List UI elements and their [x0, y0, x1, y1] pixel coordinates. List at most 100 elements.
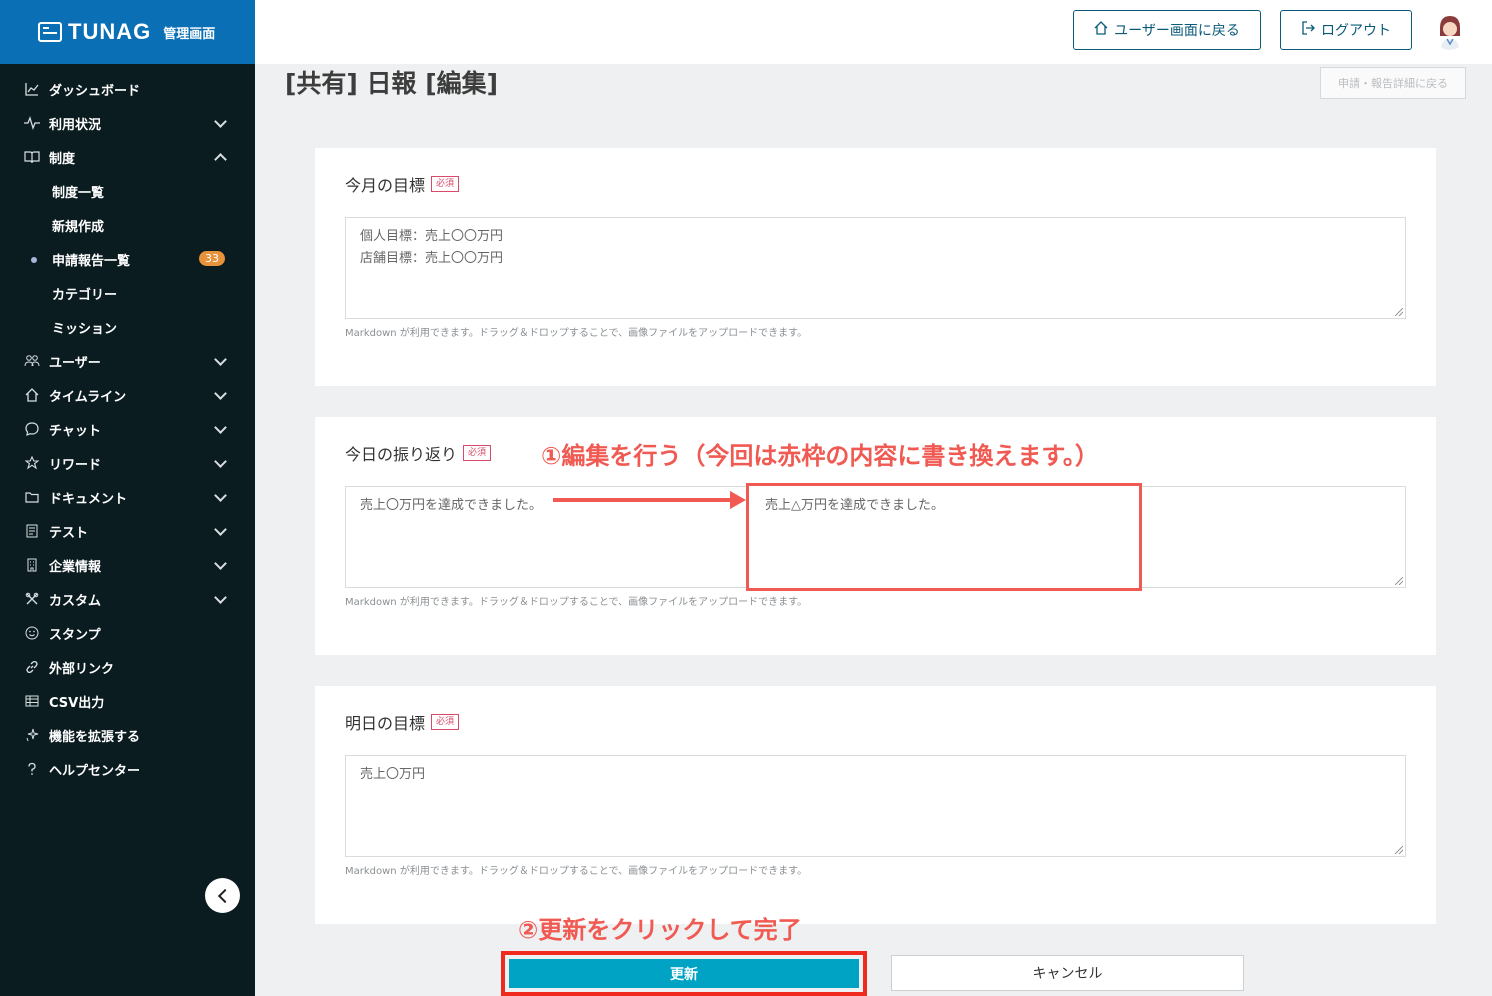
brand-subtitle: 管理画面 [163, 26, 216, 42]
sidebar-item-custom[interactable]: カスタム [0, 582, 255, 616]
required-badge: 必須 [463, 445, 492, 461]
table-icon [24, 693, 40, 709]
markdown-help-text: Markdown が利用できます。ドラッグ＆ドロップすることで、画像ファイルをア… [345, 866, 808, 877]
logout-button[interactable]: ログアウト [1280, 10, 1412, 50]
sidebar-item-label: 利用状況 [49, 117, 102, 133]
sidebar-item-label: 機能を拡張する [49, 729, 141, 745]
field-label: 明日の目標 必須 [345, 710, 460, 734]
sidebar: TUNAG 管理画面 ダッシュボード 利用状況 制度 制度一覧 新規作成 申請報… [0, 0, 255, 996]
sidebar-item-extend[interactable]: 機能を拡張する [0, 718, 255, 752]
chart-icon [24, 81, 40, 97]
annotation-replacement-box: 売上△万円を達成できました。 [746, 483, 1142, 591]
book-icon [24, 149, 40, 165]
sidebar-item-label: ヘルプセンター [49, 763, 141, 779]
resize-grip-icon[interactable] [1395, 577, 1403, 585]
sidebar-item-help[interactable]: ヘルプセンター [0, 752, 255, 786]
markdown-help-text: Markdown が利用できます。ドラッグ＆ドロップすることで、画像ファイルをア… [345, 597, 808, 608]
cancel-button[interactable]: キャンセル [891, 955, 1244, 991]
chevron-down-icon [214, 591, 227, 604]
sidebar-item-company[interactable]: 企業情報 [0, 548, 255, 582]
chevron-down-icon [214, 387, 227, 400]
sidebar-item-label: 申請報告一覧 [52, 253, 131, 269]
sidebar-item-label: ダッシュボード [49, 83, 141, 99]
sidebar-item-usage[interactable]: 利用状況 [0, 106, 255, 140]
user-screen-button[interactable]: ユーザー画面に戻る [1073, 10, 1261, 50]
sidebar-item-test[interactable]: テスト [0, 514, 255, 548]
replacement-text: 売上△万円を達成できました。 [765, 498, 944, 513]
sidebar-subitem-reports[interactable]: 申請報告一覧 33 [0, 242, 255, 276]
sidebar-item-system[interactable]: 制度 [0, 140, 255, 174]
folder-icon [24, 489, 40, 505]
sidebar-item-chat[interactable]: チャット [0, 412, 255, 446]
annotation-arrow [553, 498, 733, 502]
chevron-up-icon [214, 153, 227, 166]
collapse-sidebar-button[interactable] [205, 878, 240, 913]
field-card-monthly-goal: 今月の目標 必須 個人目標：売上〇〇万円 店舗目標：売上〇〇万円 Markdow… [315, 148, 1436, 386]
sidebar-item-label: CSV出力 [49, 695, 105, 711]
annotation-step1: ①編集を行う（今回は赤枠の内容に書き換えます。） [541, 442, 1099, 470]
users-icon [24, 353, 40, 369]
sidebar-subitem-new[interactable]: 新規作成 [0, 208, 255, 242]
user-screen-label: ユーザー画面に戻る [1114, 23, 1240, 39]
pulse-icon [24, 115, 40, 131]
markdown-help-text: Markdown が利用できます。ドラッグ＆ドロップすることで、画像ファイルをア… [345, 328, 808, 339]
sidebar-item-label: タイムライン [49, 389, 127, 405]
tomorrow-goal-textarea[interactable]: 売上〇万円 [345, 755, 1406, 857]
count-badge: 33 [199, 251, 225, 266]
sidebar-item-label: 制度一覧 [52, 185, 105, 201]
logout-icon [1301, 21, 1315, 39]
sidebar-item-label: 企業情報 [49, 559, 102, 575]
annotation-step2: ②更新をクリックして完了 [518, 916, 802, 944]
sidebar-item-label: チャット [49, 423, 101, 439]
active-dot-icon [31, 257, 37, 263]
sidebar-item-label: ミッション [52, 321, 118, 337]
chat-icon [24, 421, 40, 437]
sidebar-item-label: 制度 [49, 151, 76, 167]
monthly-goal-textarea[interactable]: 個人目標：売上〇〇万円 店舗目標：売上〇〇万円 [345, 217, 1406, 319]
field-label: 今日の振り返り 必須 [345, 441, 492, 465]
question-icon [24, 761, 40, 777]
update-button[interactable]: 更新 [509, 959, 859, 988]
home-icon [24, 387, 40, 403]
avatar[interactable] [1433, 14, 1467, 50]
sidebar-item-label: テスト [49, 525, 89, 541]
sidebar-subitem-category[interactable]: カテゴリー [0, 276, 255, 310]
chevron-down-icon [214, 421, 227, 434]
sidebar-item-stamp[interactable]: スタンプ [0, 616, 255, 650]
sidebar-item-users[interactable]: ユーザー [0, 344, 255, 378]
field-label-text: 今日の振り返り [345, 445, 458, 464]
sidebar-item-label: カテゴリー [52, 287, 118, 303]
sidebar-item-label: スタンプ [49, 627, 101, 643]
chevron-left-icon [217, 888, 232, 903]
required-badge: 必須 [431, 714, 460, 730]
sidebar-item-reward[interactable]: リワード [0, 446, 255, 480]
sidebar-item-csv[interactable]: CSV出力 [0, 684, 255, 718]
brand-bar[interactable]: TUNAG 管理画面 [0, 0, 255, 64]
resize-grip-icon[interactable] [1395, 846, 1403, 854]
sidebar-item-label: ユーザー [49, 355, 101, 371]
brand-name: TUNAG [68, 19, 152, 44]
resize-grip-icon[interactable] [1395, 308, 1403, 316]
list-icon [24, 523, 40, 539]
building-icon [24, 557, 40, 573]
field-card-tomorrow-goal: 明日の目標 必須 売上〇万円 Markdown が利用できます。ドラッグ＆ドロッ… [315, 686, 1436, 924]
link-icon [24, 659, 40, 675]
page-title: [共有] 日報 [編集] [285, 69, 499, 98]
sidebar-subitem-system-list[interactable]: 制度一覧 [0, 174, 255, 208]
sidebar-item-document[interactable]: ドキュメント [0, 480, 255, 514]
home-icon [1094, 21, 1108, 39]
smile-icon [24, 625, 40, 641]
sidebar-item-dashboard[interactable]: ダッシュボード [0, 72, 255, 106]
back-to-detail-button[interactable]: 申請・報告詳細に戻る [1320, 67, 1466, 99]
sidebar-item-external-link[interactable]: 外部リンク [0, 650, 255, 684]
sidebar-item-label: 新規作成 [52, 219, 105, 235]
field-label-text: 明日の目標 [345, 714, 426, 733]
chevron-down-icon [214, 489, 227, 502]
sidebar-nav: ダッシュボード 利用状況 制度 制度一覧 新規作成 申請報告一覧 33 カテゴリ… [0, 72, 255, 786]
chevron-down-icon [214, 455, 227, 468]
sidebar-item-timeline[interactable]: タイムライン [0, 378, 255, 412]
field-label: 今月の目標 必須 [345, 172, 460, 196]
sidebar-subitem-mission[interactable]: ミッション [0, 310, 255, 344]
top-header: ユーザー画面に戻る ログアウト [255, 0, 1492, 64]
chevron-down-icon [214, 523, 227, 536]
